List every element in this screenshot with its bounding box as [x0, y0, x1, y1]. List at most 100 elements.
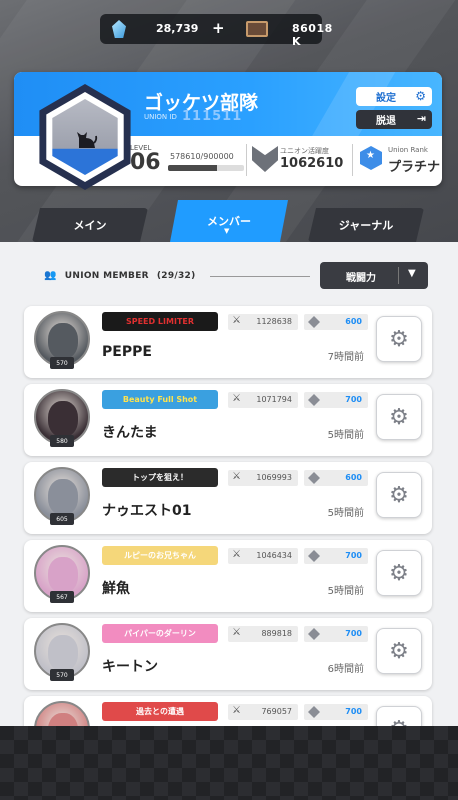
- member-activity: 600: [345, 317, 362, 326]
- union-emblem[interactable]: [32, 84, 138, 190]
- member-settings-button[interactable]: ⚙: [376, 706, 422, 726]
- member-panel: 👥 UNION MEMBER (29/32) 戦闘力 ▼ 570 SPEED L…: [0, 242, 458, 726]
- member-title: 過去との遭遇: [136, 707, 184, 716]
- users-icon: 👥: [44, 270, 57, 281]
- settings-label: 設定: [376, 93, 396, 104]
- member-row[interactable]: 570 SPEED LIMITER ⚔ 1128638 600 PEPPE 7時…: [24, 306, 432, 378]
- diamond-icon: [308, 628, 320, 640]
- activity-box: 600: [304, 470, 368, 486]
- crossed-swords-icon: ⚔: [232, 393, 241, 404]
- chevron-down-icon: ▼: [408, 268, 416, 279]
- member-level: 567: [50, 591, 74, 603]
- tab-main-label: メイン: [73, 219, 107, 232]
- crossed-swords-icon: ⚔: [232, 627, 241, 638]
- avatar-portrait: [48, 323, 78, 359]
- member-power: 1128638: [256, 317, 292, 326]
- leave-button[interactable]: 脱退 ⇥: [356, 110, 432, 129]
- member-level: 570: [50, 357, 74, 369]
- members-header: 👥 UNION MEMBER (29/32): [44, 270, 196, 281]
- activity-box: 600: [304, 314, 368, 330]
- gear-icon: ⚙: [389, 326, 409, 352]
- gear-icon: ⚙: [389, 404, 409, 430]
- member-last-login: 5時間前: [327, 586, 364, 597]
- union-exp: 578610/900000: [170, 152, 234, 161]
- leave-label: 脱退: [376, 116, 396, 127]
- member-title-plate: Beauty Full Shot: [102, 390, 218, 409]
- activity-box: 700: [304, 626, 368, 642]
- settings-button[interactable]: 設定 ⚙: [356, 87, 432, 106]
- member-row[interactable]: 570 パイパーのダーリン ⚔ 889818 700 キートン 6時間前 ⚙: [24, 618, 432, 690]
- exp-progress-bar: [168, 165, 244, 171]
- gear-icon: ⚙: [389, 560, 409, 586]
- union-rank: プラチナ: [388, 160, 441, 175]
- member-row[interactable]: 567 ルピーのお兄ちゃん ⚔ 1046434 700 鮮魚 5時間前 ⚙: [24, 540, 432, 612]
- avatar-portrait: [48, 479, 78, 515]
- member-title: トップを狙え！: [132, 473, 188, 482]
- combat-power-box: ⚔ 1071794: [228, 392, 298, 408]
- activity-label: ユニオン活躍度: [280, 147, 329, 155]
- combat-power-box: ⚔ 1128638: [228, 314, 298, 330]
- credit-count: 86018 K: [292, 22, 333, 48]
- gear-icon: ⚙: [389, 717, 409, 727]
- member-activity: 700: [345, 629, 362, 638]
- diamond-icon: [308, 472, 320, 484]
- exp-progress-fill: [168, 165, 217, 171]
- member-row[interactable]: 過去との遭遇 ⚔ 769057 700 ⚙: [24, 696, 432, 726]
- member-settings-button[interactable]: ⚙: [376, 394, 422, 440]
- tab-active-caret-icon: ▼: [224, 227, 230, 235]
- crossed-swords-icon: ⚔: [232, 315, 241, 326]
- member-activity: 600: [345, 473, 362, 482]
- member-title: パイパーのダーリン: [124, 629, 196, 638]
- member-name: きんたま: [102, 425, 158, 441]
- members-header-label: UNION MEMBER: [64, 270, 149, 281]
- member-row[interactable]: 605 トップを狙え！ ⚔ 1069993 600 ナゥエスト01 5時間前 ⚙: [24, 462, 432, 534]
- member-settings-button[interactable]: ⚙: [376, 628, 422, 674]
- tab-journal[interactable]: ジャーナル: [308, 208, 424, 242]
- tab-member[interactable]: メンバー ▼: [170, 200, 288, 242]
- gear-icon: ⚙: [389, 482, 409, 508]
- divider: [352, 144, 353, 176]
- member-title-plate: トップを狙え！: [102, 468, 218, 487]
- gem-count: 28,739: [156, 22, 199, 35]
- member-power: 769057: [261, 707, 292, 716]
- add-gems-button[interactable]: +: [212, 19, 225, 37]
- diamond-icon: [308, 706, 320, 718]
- activity-chevron-icon: [252, 146, 278, 172]
- combat-power-box: ⚔ 769057: [228, 704, 298, 720]
- member-title-plate: SPEED LIMITER: [102, 312, 218, 331]
- sort-dropdown[interactable]: 戦闘力 ▼: [320, 262, 428, 289]
- crossed-swords-icon: ⚔: [232, 705, 241, 716]
- member-title: SPEED LIMITER: [125, 317, 195, 326]
- tab-journal-label: ジャーナル: [338, 219, 394, 232]
- credit-box-icon: [246, 21, 268, 37]
- avatar[interactable]: [34, 701, 90, 726]
- divider: [246, 144, 247, 176]
- diamond-icon: [308, 394, 320, 406]
- member-name: キートン: [102, 659, 158, 675]
- gem-icon: [112, 20, 126, 38]
- avatar-portrait: [48, 557, 78, 593]
- gear-icon: ⚙: [389, 638, 409, 664]
- union-id: 111511: [182, 109, 243, 124]
- bottom-bar: [0, 726, 458, 800]
- member-activity: 700: [345, 395, 362, 404]
- crossed-swords-icon: ⚔: [232, 471, 241, 482]
- member-power: 1071794: [256, 395, 292, 404]
- rank-label: Union Rank: [388, 146, 428, 154]
- gear-icon: ⚙: [415, 89, 426, 103]
- member-last-login: 7時間前: [327, 352, 364, 363]
- member-settings-button[interactable]: ⚙: [376, 472, 422, 518]
- member-activity: 700: [345, 707, 362, 716]
- diamond-icon: [308, 550, 320, 562]
- member-title: ルピーのお兄ちゃん: [124, 551, 196, 560]
- member-power: 1046434: [256, 551, 292, 560]
- avatar-portrait: [48, 713, 78, 726]
- union-activity: 1062610: [280, 156, 344, 171]
- member-row[interactable]: 580 Beauty Full Shot ⚔ 1071794 700 きんたま …: [24, 384, 432, 456]
- member-settings-button[interactable]: ⚙: [376, 316, 422, 362]
- member-settings-button[interactable]: ⚙: [376, 550, 422, 596]
- tab-main[interactable]: メイン: [32, 208, 148, 242]
- diamond-icon: [308, 316, 320, 328]
- crossed-swords-icon: ⚔: [232, 549, 241, 560]
- member-last-login: 5時間前: [327, 430, 364, 441]
